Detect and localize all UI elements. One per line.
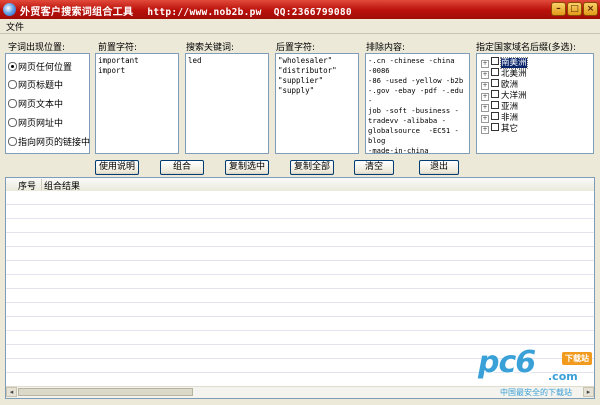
expand-icon[interactable]: + [481, 104, 489, 112]
combine-button[interactable]: 组合 [160, 160, 204, 175]
results-header: 序号 组合结果 [6, 178, 594, 192]
radio-label: 网页标题中 [18, 81, 64, 91]
checkbox-icon[interactable] [491, 90, 499, 98]
copy-all-button[interactable]: 复制全部 [290, 160, 334, 175]
prefix-label: 前置字符: [98, 43, 138, 53]
expand-icon[interactable]: + [481, 82, 489, 90]
expand-icon[interactable]: + [481, 115, 489, 123]
clear-button[interactable]: 清空 [354, 160, 394, 175]
watermark-badge: 下载站 [562, 352, 592, 365]
maximize-button[interactable]: □ [567, 2, 582, 16]
menu-file[interactable]: 文件 [6, 20, 24, 33]
tree-node-europe[interactable]: + 欧洲 [481, 79, 519, 90]
checkbox-icon[interactable] [491, 112, 499, 120]
tree-node-label: 其它 [501, 124, 519, 134]
radio-dot [8, 99, 17, 108]
tree-node-label: 南美洲 [500, 57, 528, 69]
expand-icon[interactable]: + [481, 71, 489, 79]
radio-label: 指向网页的链接中 [18, 138, 91, 148]
menu-bar: 文件 [0, 19, 600, 34]
watermark-slogan: 中国最安全的下载站 [500, 388, 572, 397]
suffix-textarea[interactable]: "wholesaler" "distributor" "supplier" "s… [275, 53, 359, 154]
tree-node-asia[interactable]: + 亚洲 [481, 101, 519, 112]
pc6-watermark: pc6 下载站 .com 中国最安全的下载站 [478, 345, 596, 401]
position-radio-group: 网页任何位置 网页标题中 网页文本中 网页网址中 指向网页的链接中 [5, 53, 90, 154]
title-bar[interactable]: 外贸客户搜索词组合工具 http://www.nob2b.pw QQ:2366799… [0, 0, 600, 19]
radio-label: 网页任何位置 [18, 63, 73, 73]
close-button[interactable]: × [583, 2, 598, 16]
position-label: 字词出现位置: [8, 43, 66, 53]
keyword-textarea[interactable]: led [185, 53, 269, 154]
radio-title[interactable]: 网页标题中 [8, 78, 63, 91]
radio-dot [8, 118, 17, 127]
column-separator[interactable] [41, 179, 42, 190]
title-url: http://www.nob2b.pw [147, 7, 262, 18]
tree-node-label: 亚洲 [501, 102, 519, 112]
radio-label: 网页文本中 [18, 100, 64, 110]
radio-dot [8, 80, 17, 89]
tree-node-label: 大洋洲 [501, 91, 527, 101]
tree-node-label: 北美洲 [501, 69, 527, 79]
tree-node-label: 非洲 [501, 113, 519, 123]
title-app-name: 外贸客户搜索词组合工具 [20, 7, 134, 18]
checkbox-icon[interactable] [491, 79, 499, 87]
tree-node-north-america[interactable]: + 北美洲 [481, 68, 527, 79]
tree-node-oceania[interactable]: + 大洋洲 [481, 90, 527, 101]
suffix-label: 后置字符: [276, 43, 316, 53]
expand-icon[interactable]: + [481, 60, 489, 68]
radio-url[interactable]: 网页网址中 [8, 116, 63, 129]
checkbox-icon[interactable] [491, 101, 499, 109]
checkbox-icon[interactable] [491, 68, 499, 76]
checkbox-icon[interactable] [491, 123, 499, 131]
tree-node-south-america[interactable]: + 南美洲 [481, 57, 528, 69]
checkbox-icon[interactable] [491, 57, 499, 65]
minimize-button[interactable]: – [551, 2, 566, 16]
title-qq: QQ:2366799080 [273, 7, 352, 18]
app-window: 外贸客户搜索词组合工具 http://www.nob2b.pw QQ:2366799… [0, 0, 600, 405]
radio-text[interactable]: 网页文本中 [8, 97, 63, 110]
radio-dot [8, 62, 17, 71]
tree-node-other[interactable]: + 其它 [481, 123, 519, 134]
expand-icon[interactable]: + [481, 93, 489, 101]
help-button[interactable]: 使用说明 [95, 160, 139, 175]
radio-links[interactable]: 指向网页的链接中 [8, 135, 90, 148]
watermark-logo: pc6 [478, 345, 536, 380]
exclude-textarea[interactable]: -.cn -chinese -china -0086 -86 -used -ye… [365, 53, 470, 154]
radio-any-position[interactable]: 网页任何位置 [8, 60, 72, 73]
tree-node-label: 欧洲 [501, 80, 519, 90]
prefix-textarea[interactable]: important import [95, 53, 179, 154]
exclude-label: 排除内容: [366, 43, 406, 53]
scroll-thumb[interactable] [18, 388, 193, 396]
watermark-domain: .com [548, 370, 578, 383]
domains-label: 指定国家域名后缀(多选): [476, 43, 577, 53]
radio-dot [8, 137, 17, 146]
tree-node-africa[interactable]: + 非洲 [481, 112, 519, 123]
copy-selected-button[interactable]: 复制选中 [225, 160, 269, 175]
expand-icon[interactable]: + [481, 126, 489, 134]
keyword-label: 搜索关键词: [186, 43, 235, 53]
app-icon [3, 3, 16, 16]
window-title: 外贸客户搜索词组合工具 http://www.nob2b.pw QQ:2366799… [20, 3, 352, 18]
scroll-left-icon[interactable]: ◂ [6, 387, 17, 397]
domain-tree: + 南美洲 + 北美洲 + 欧洲 + 大洋洲 + 亚洲 + 非洲 + 其它 [476, 53, 594, 154]
radio-label: 网页网址中 [18, 119, 64, 129]
exit-button[interactable]: 退出 [419, 160, 459, 175]
